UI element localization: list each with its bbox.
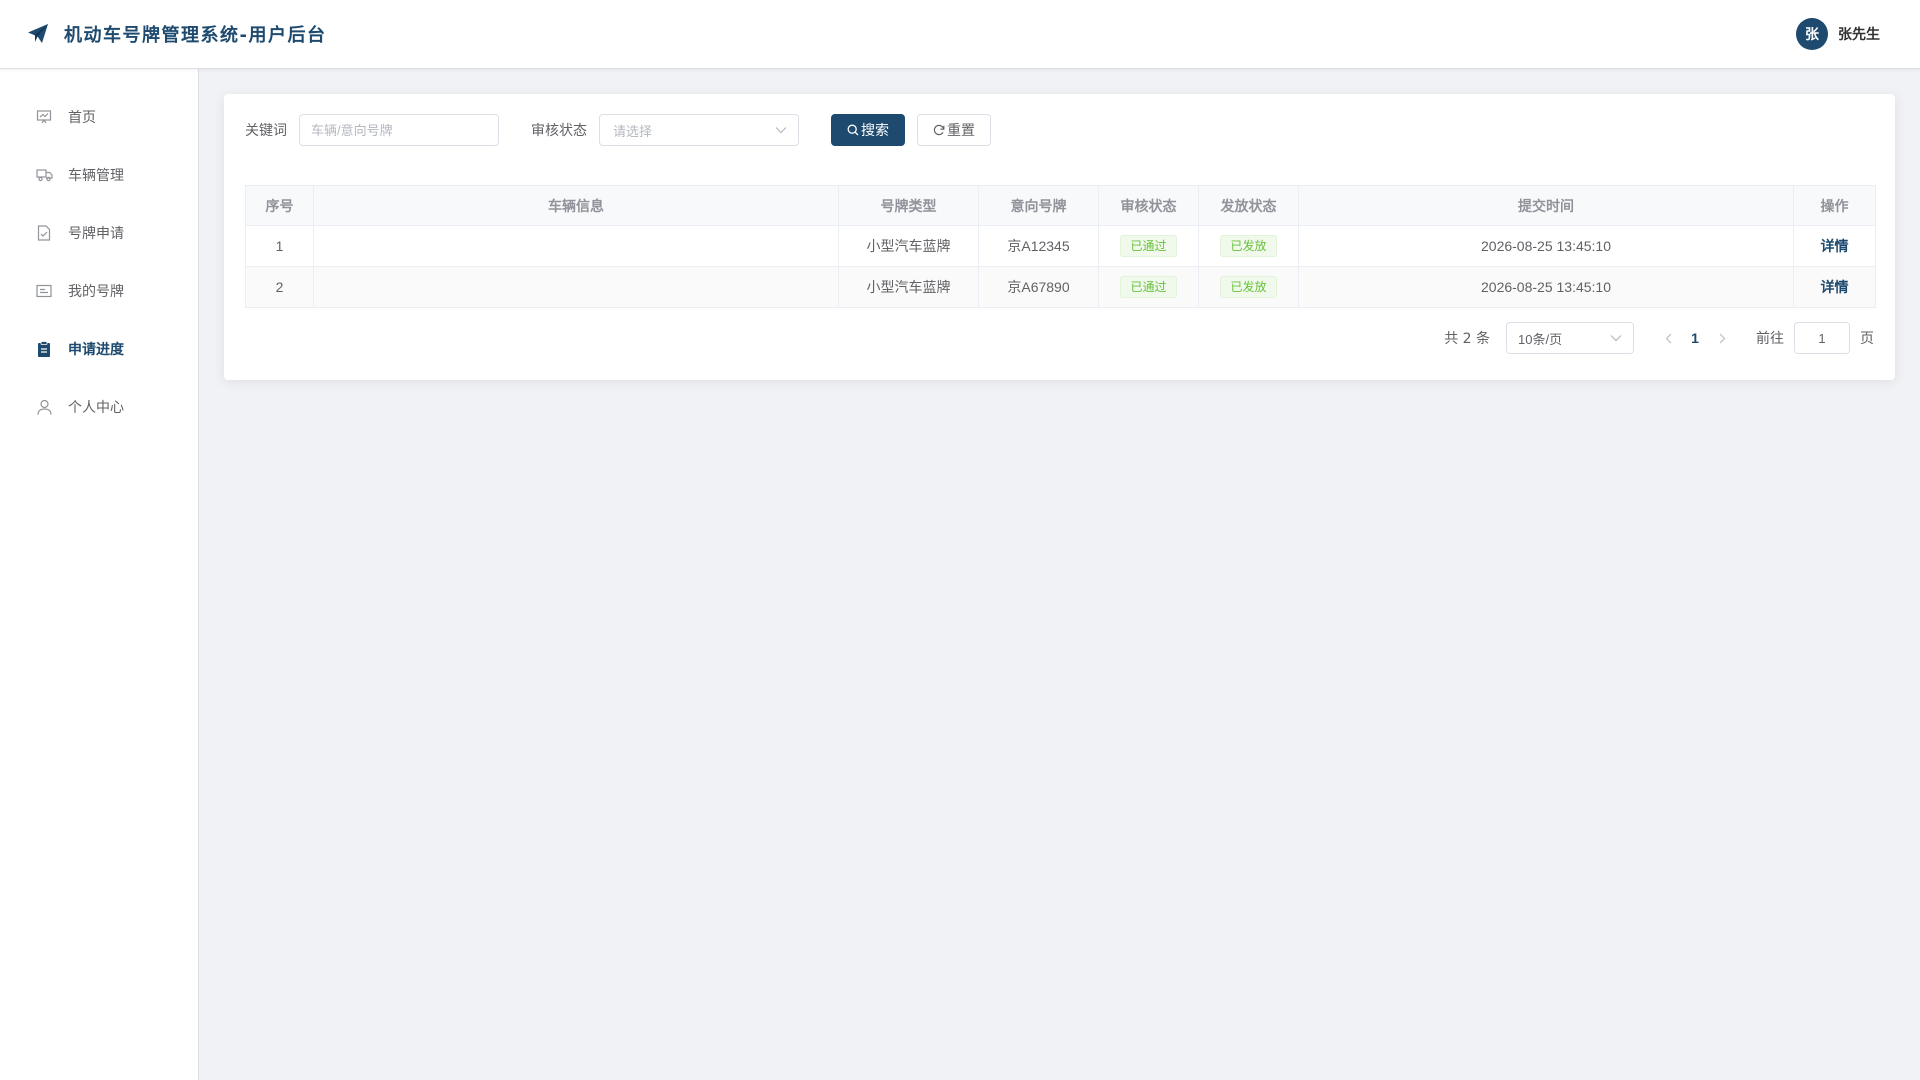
- cell-time: 2026-08-25 13:45:10: [1298, 266, 1794, 308]
- page-size-value: 10条/页: [1518, 331, 1563, 347]
- column-header: 提交时间: [1298, 185, 1794, 226]
- sidebar-item-label: 首页: [68, 110, 96, 126]
- cell-index: 2: [245, 266, 314, 308]
- cell-plate-type: 小型汽车蓝牌: [838, 225, 979, 267]
- card-icon: [35, 282, 53, 300]
- cell-action: 详情: [1793, 266, 1876, 308]
- table-row: 2 小型汽车蓝牌 京A67890 已通过 已发放 2026-08-25 13:4…: [245, 266, 1876, 308]
- filter-bar: 关键词 审核状态 请选择 搜索 重置: [245, 114, 991, 146]
- user-menu[interactable]: 张 张先生: [1796, 18, 1880, 50]
- column-header: 号牌类型: [838, 185, 979, 226]
- search-icon: [847, 124, 861, 136]
- applications-table: 序号 车辆信息 号牌类型 意向号牌 审核状态 发放状态 提交时间 操作 1 小型…: [245, 185, 1876, 308]
- chevron-down-icon: [1610, 334, 1622, 342]
- clipboard-icon: [35, 340, 53, 358]
- column-header: 序号: [245, 185, 314, 226]
- status-badge: 已通过: [1120, 276, 1177, 298]
- page-unit-label: 页: [1860, 331, 1874, 347]
- sidebar-item-plate-apply[interactable]: 号牌申请: [0, 204, 198, 262]
- cell-action: 详情: [1793, 225, 1876, 267]
- column-header: 审核状态: [1098, 185, 1199, 226]
- user-icon: [35, 398, 53, 416]
- search-button-label: 搜索: [861, 122, 889, 138]
- top-header: 机动车号牌管理系统-用户后台 张 张先生: [0, 0, 1920, 69]
- chevron-left-icon: [1665, 333, 1671, 343]
- sidebar-item-label: 我的号牌: [68, 284, 124, 300]
- column-header: 操作: [1793, 185, 1876, 226]
- status-select[interactable]: 请选择: [599, 114, 799, 146]
- page-size-select[interactable]: 10条/页: [1506, 322, 1634, 354]
- status-select-placeholder: 请选择: [613, 124, 653, 140]
- sidebar-item-label: 申请进度: [68, 342, 124, 358]
- cell-audit-status: 已通过: [1098, 266, 1199, 308]
- sidebar-item-label: 个人中心: [68, 400, 124, 416]
- progress-card: 关键词 审核状态 请选择 搜索 重置: [224, 94, 1895, 380]
- status-badge: 已发放: [1220, 235, 1277, 257]
- status-label: 审核状态: [531, 123, 587, 139]
- chevron-down-icon: [775, 123, 787, 138]
- cell-audit-status: 已通过: [1098, 225, 1199, 267]
- pagination-total: 共 2 条: [1444, 331, 1490, 347]
- paper-plane-icon: [26, 22, 50, 46]
- cell-vehicle: [313, 225, 839, 267]
- sidebar-item-home[interactable]: 首页: [0, 88, 198, 146]
- table-header-row: 序号 车辆信息 号牌类型 意向号牌 审核状态 发放状态 提交时间 操作: [245, 185, 1876, 226]
- truck-icon: [35, 166, 53, 184]
- refresh-icon: [933, 124, 947, 136]
- column-header: 发放状态: [1198, 185, 1299, 226]
- sidebar: 首页 车辆管理 号牌申请 我的号牌 申请进度 个人中心: [0, 69, 199, 1080]
- search-button[interactable]: 搜索: [831, 114, 905, 146]
- cell-issue-status: 已发放: [1198, 266, 1299, 308]
- column-header: 车辆信息: [313, 185, 839, 226]
- user-name[interactable]: 张先生: [1838, 24, 1880, 44]
- sidebar-item-my-plates[interactable]: 我的号牌: [0, 262, 198, 320]
- keyword-label: 关键词: [245, 123, 287, 139]
- pagination: 共 2 条 10条/页 1 前往 页: [1444, 322, 1874, 354]
- avatar[interactable]: 张: [1796, 18, 1828, 50]
- main-content: 关键词 审核状态 请选择 搜索 重置: [200, 69, 1920, 1080]
- status-badge: 已通过: [1120, 235, 1177, 257]
- sidebar-item-progress[interactable]: 申请进度: [0, 320, 198, 378]
- next-page-button[interactable]: [1710, 322, 1734, 354]
- column-header: 意向号牌: [978, 185, 1099, 226]
- reset-button[interactable]: 重置: [917, 114, 991, 146]
- status-badge: 已发放: [1220, 276, 1277, 298]
- dashboard-icon: [35, 108, 53, 126]
- cell-plate-type: 小型汽车蓝牌: [838, 266, 979, 308]
- document-icon: [35, 224, 53, 242]
- cell-time: 2026-08-25 13:45:10: [1298, 225, 1794, 267]
- sidebar-item-label: 号牌申请: [68, 226, 124, 242]
- detail-link[interactable]: 详情: [1821, 238, 1849, 254]
- prev-page-button[interactable]: [1656, 322, 1680, 354]
- sidebar-item-label: 车辆管理: [68, 168, 124, 184]
- reset-button-label: 重置: [947, 122, 975, 138]
- keyword-input[interactable]: [299, 114, 499, 146]
- page-number-current[interactable]: 1: [1680, 330, 1710, 346]
- goto-label: 前往: [1756, 331, 1784, 347]
- sidebar-item-vehicles[interactable]: 车辆管理: [0, 146, 198, 204]
- detail-link[interactable]: 详情: [1821, 279, 1849, 295]
- cell-index: 1: [245, 225, 314, 267]
- sidebar-item-profile[interactable]: 个人中心: [0, 378, 198, 436]
- cell-vehicle: [313, 266, 839, 308]
- chevron-right-icon: [1719, 333, 1725, 343]
- app-title: 机动车号牌管理系统-用户后台: [64, 25, 327, 46]
- brand: 机动车号牌管理系统-用户后台: [26, 21, 326, 47]
- table-row: 1 小型汽车蓝牌 京A12345 已通过 已发放 2026-08-25 13:4…: [245, 225, 1876, 267]
- cell-plate: 京A67890: [978, 266, 1099, 308]
- cell-plate: 京A12345: [978, 225, 1099, 267]
- goto-page-input[interactable]: [1794, 322, 1850, 354]
- cell-issue-status: 已发放: [1198, 225, 1299, 267]
